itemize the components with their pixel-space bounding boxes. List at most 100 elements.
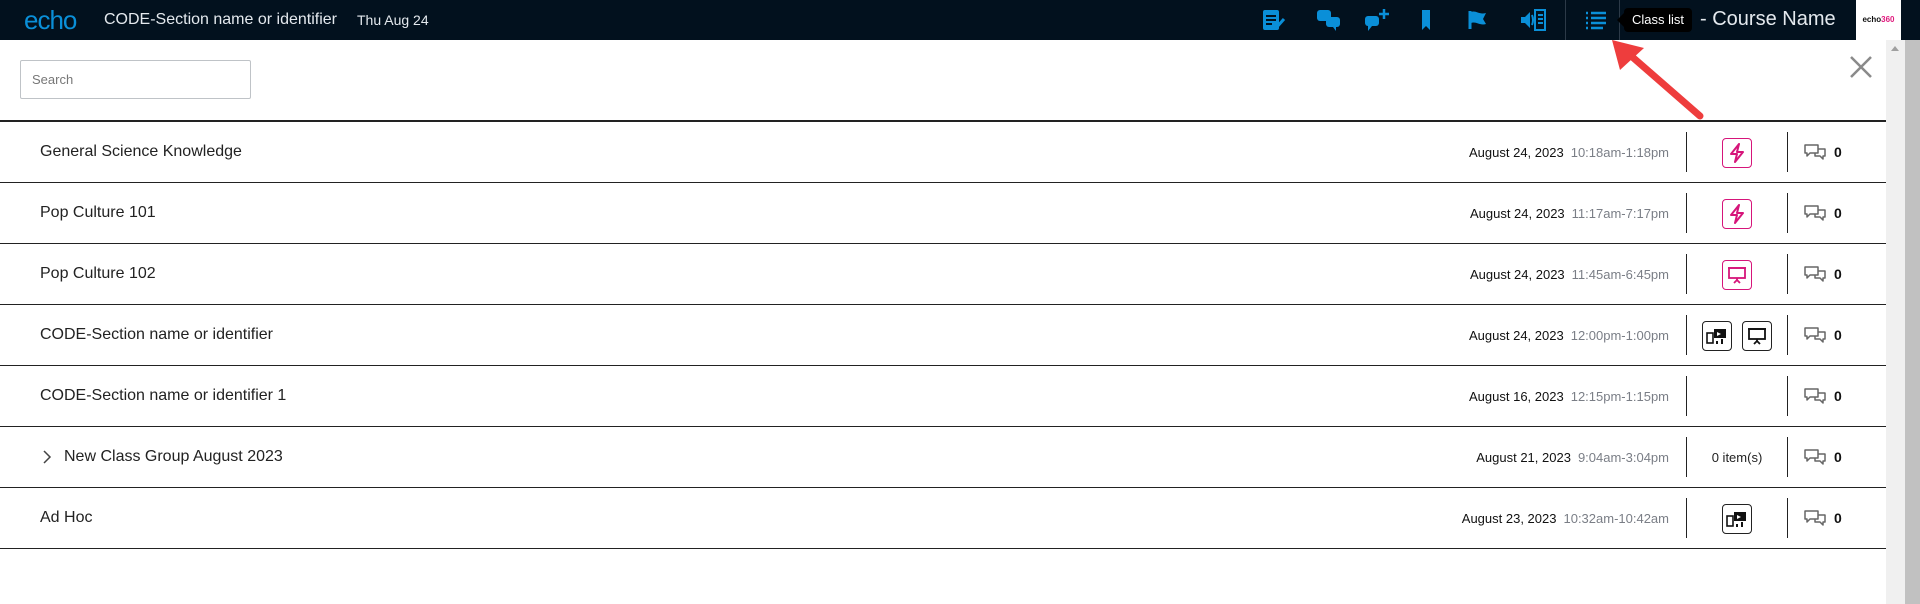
comments-icon [1804, 388, 1826, 404]
scrollbar[interactable] [1886, 40, 1920, 604]
comment-count: 0 [1834, 327, 1842, 343]
divider [1787, 498, 1788, 538]
search-input[interactable] [20, 60, 251, 99]
media-cell [1687, 366, 1787, 427]
divider [1787, 437, 1788, 477]
class-list-button[interactable] [1583, 8, 1609, 32]
section-title: CODE-Section name or identifier [104, 11, 337, 28]
comment-count: 0 [1834, 144, 1842, 160]
presentation-button[interactable] [1722, 259, 1752, 290]
course-name: - Course Name [1700, 8, 1836, 30]
class-row[interactable]: General Science Knowledge August 24, 202… [0, 122, 1886, 183]
comments-icon [1804, 266, 1826, 282]
echo360-logo: echo360 [1856, 0, 1901, 40]
presentation-button[interactable] [1742, 320, 1772, 351]
bookmark-icon [1422, 10, 1430, 30]
discussion-button[interactable] [1316, 8, 1342, 32]
discussion-icon [1317, 10, 1340, 31]
annotation-arrow [1612, 40, 1704, 120]
class-datetime: August 24, 2023 12:00pm-1:00pm [1469, 328, 1669, 343]
flag-button[interactable] [1465, 8, 1491, 32]
interactive-media-icon [1730, 203, 1744, 224]
video-audio-button[interactable] [1722, 503, 1752, 534]
class-time: 10:32am-10:42am [1563, 511, 1669, 526]
interactive-media-icon [1730, 142, 1744, 163]
divider [1787, 193, 1788, 233]
divider [1565, 0, 1566, 40]
transcript-button[interactable] [1520, 8, 1546, 32]
scrollbar-thumb[interactable] [1905, 40, 1920, 604]
class-datetime: August 23, 2023 10:32am-10:42am [1462, 511, 1669, 526]
echo-logo: echo [24, 5, 77, 35]
class-row[interactable]: Pop Culture 101 August 24, 2023 11:17am-7… [0, 183, 1886, 244]
divider [1787, 376, 1788, 416]
notes-icon [1263, 10, 1286, 30]
video-audio-button[interactable] [1702, 320, 1732, 351]
comment-count: 0 [1834, 266, 1842, 282]
media-cell [1687, 183, 1787, 244]
class-date: August 24, 2023 [1469, 206, 1565, 221]
class-title[interactable]: Ad Hoc [40, 509, 92, 527]
class-row[interactable]: Ad Hoc August 23, 2023 10:32am-10:42am 0 [0, 488, 1886, 549]
item-count: 0 item(s) [1711, 450, 1763, 465]
media-cell [1687, 244, 1787, 305]
media-cell [1687, 488, 1787, 549]
media-cell [1687, 122, 1787, 183]
class-title[interactable]: Pop Culture 101 [40, 204, 156, 222]
presentation-icon [1728, 266, 1746, 284]
comment-count: 0 [1834, 388, 1842, 404]
video-audio-icon [1726, 511, 1746, 527]
class-row[interactable]: CODE-Section name or identifier August 2… [0, 305, 1886, 366]
class-title[interactable]: New Class Group August 2023 [64, 448, 283, 466]
class-group-row[interactable]: New Class Group August 2023 August 21, 2… [0, 427, 1886, 488]
comments-icon [1804, 205, 1826, 221]
presentation-icon [1748, 327, 1766, 345]
comment-count: 0 [1834, 510, 1842, 526]
scroll-up-arrow-icon[interactable] [1891, 46, 1899, 51]
class-date: August 21, 2023 [1476, 450, 1571, 465]
chevron-right-icon[interactable] [40, 449, 54, 465]
class-row[interactable]: CODE-Section name or identifier 1 August… [0, 366, 1886, 427]
class-row[interactable]: Pop Culture 102 August 24, 2023 11:45am-6… [0, 244, 1886, 305]
class-date: August 24, 2023 [1469, 328, 1564, 343]
flag-icon [1468, 11, 1486, 29]
bookmark-button[interactable] [1413, 8, 1439, 32]
class-title[interactable]: CODE-Section name or identifier [40, 326, 273, 344]
class-date: Thu Aug 24 [357, 12, 429, 28]
class-datetime: August 24, 2023 11:17am-7:17pm [1470, 206, 1669, 221]
divider [1787, 254, 1788, 294]
media-cell [1687, 305, 1787, 366]
notes-button[interactable] [1261, 8, 1287, 32]
comment-count: 0 [1834, 449, 1842, 465]
interactive-media-button[interactable] [1722, 137, 1752, 168]
class-date: August 23, 2023 [1461, 511, 1557, 526]
class-datetime: August 24, 2023 11:45am-6:45pm [1470, 267, 1669, 282]
class-title[interactable]: General Science Knowledge [40, 143, 242, 161]
top-bar: echo CODE-Section name or identifier Thu… [0, 0, 1920, 40]
add-question-button[interactable] [1364, 8, 1390, 32]
class-datetime: August 16, 2023 12:15pm-1:15pm [1469, 389, 1669, 404]
class-time: 10:18am-1:18pm [1570, 145, 1669, 160]
class-time: 11:45am-6:45pm [1571, 267, 1669, 282]
class-time: 12:00pm-1:00pm [1570, 328, 1669, 343]
comment-count: 0 [1834, 205, 1842, 221]
comments-icon [1804, 327, 1826, 343]
class-date: August 16, 2023 [1469, 389, 1564, 404]
divider [1787, 315, 1788, 355]
comments-icon [1804, 510, 1826, 526]
add-question-icon [1365, 9, 1389, 31]
class-list-tooltip: Class list [1616, 8, 1693, 32]
class-title[interactable]: CODE-Section name or identifier 1 [40, 387, 286, 405]
class-time: 12:15pm-1:15pm [1570, 389, 1669, 404]
close-icon[interactable] [1848, 54, 1874, 80]
class-date: August 24, 2023 [1469, 267, 1565, 282]
class-time: 11:17am-7:17pm [1571, 206, 1669, 221]
class-title[interactable]: Pop Culture 102 [40, 265, 156, 283]
divider [1787, 132, 1788, 172]
class-list-icon [1586, 11, 1606, 30]
comments-icon [1804, 144, 1826, 160]
comments-icon [1804, 449, 1826, 465]
class-datetime: August 21, 2023 9:04am-3:04pm [1476, 450, 1669, 465]
interactive-media-button[interactable] [1722, 198, 1752, 229]
class-time: 9:04am-3:04pm [1577, 450, 1669, 465]
